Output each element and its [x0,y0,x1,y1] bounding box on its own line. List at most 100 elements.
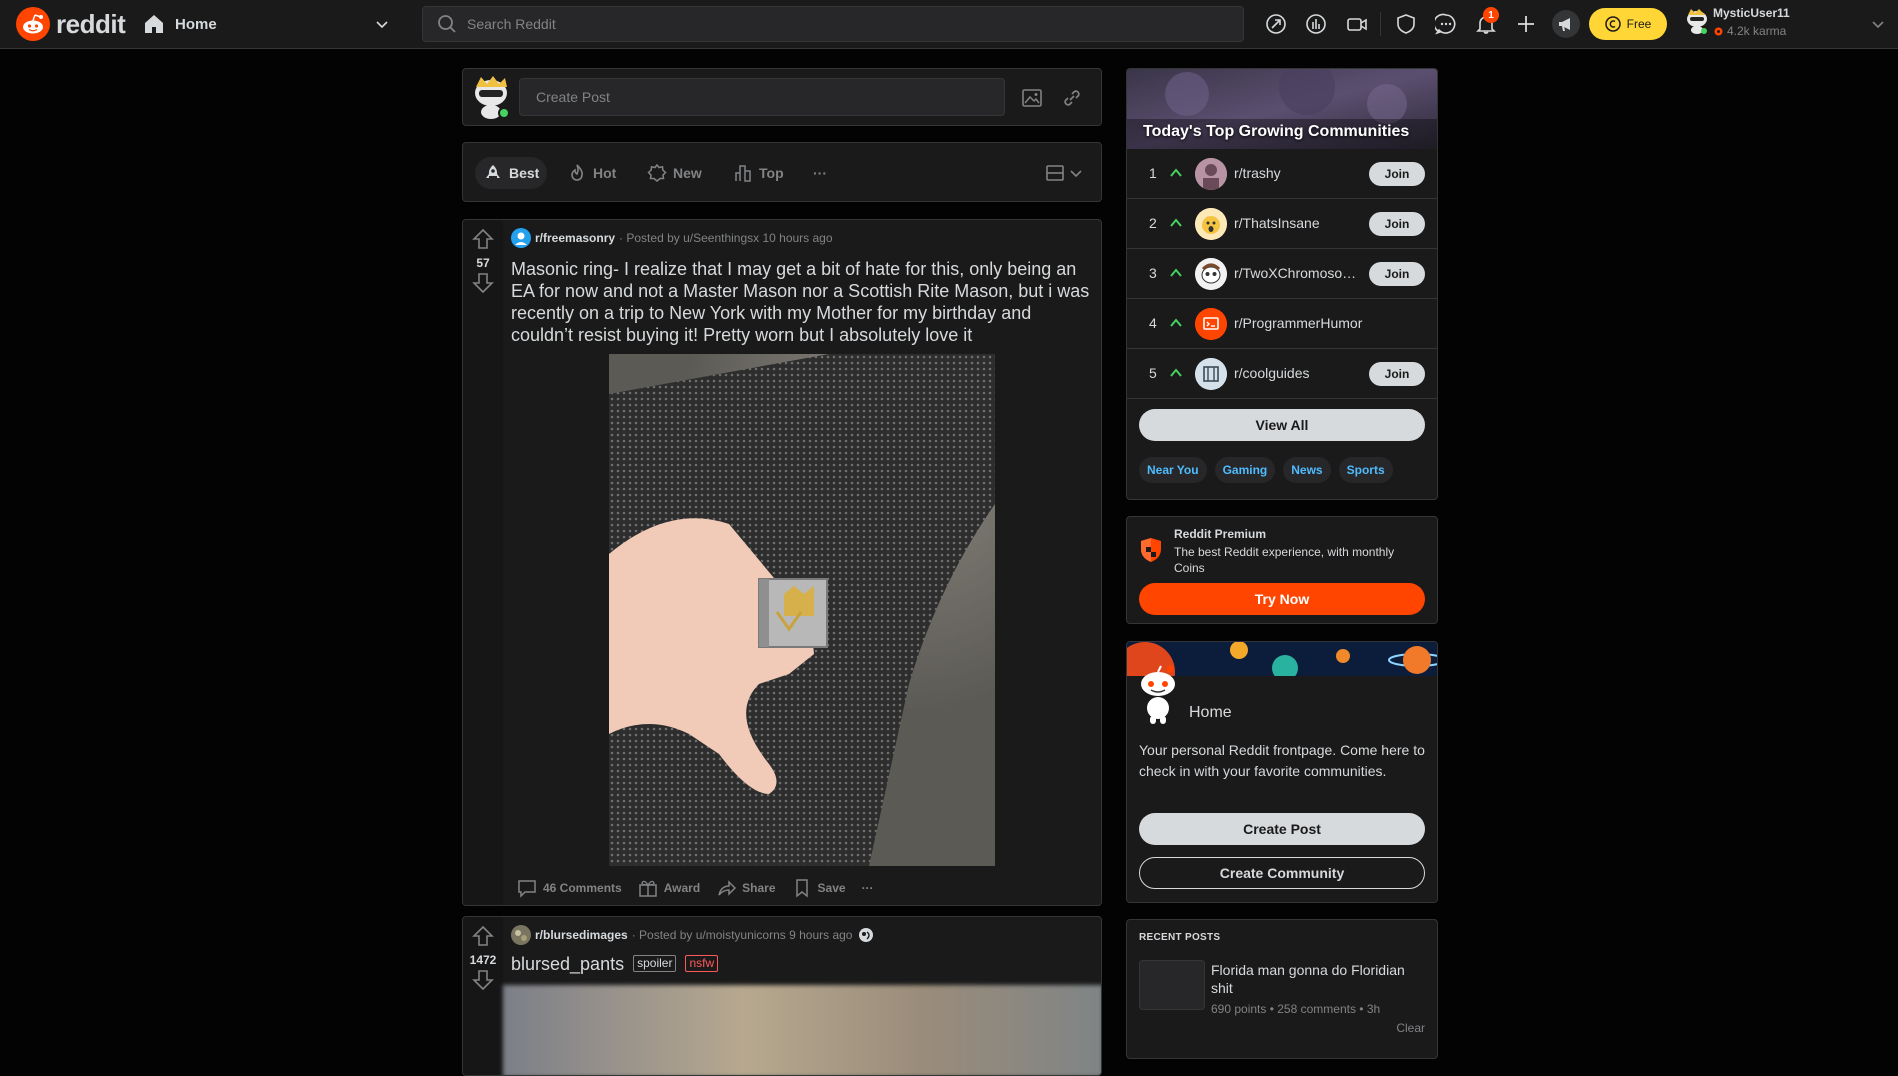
chip-news[interactable]: News [1283,457,1331,483]
award-button[interactable]: Award [632,874,706,902]
join-button[interactable]: Join [1369,362,1425,386]
advertise-megaphone-icon[interactable] [1552,10,1580,38]
join-button[interactable]: Join [1369,212,1425,236]
free-label: Free [1626,17,1652,31]
posted-by: · Posted by u/Seenthingsx 10 hours ago [619,231,833,245]
user-menu[interactable]: MysticUser11 4.2k karma [1685,5,1885,43]
sort-new[interactable]: New [639,157,710,189]
snoo-logo-icon [16,7,50,41]
video-icon[interactable] [1343,10,1371,38]
clear-recent-button[interactable]: Clear [1396,1021,1425,1035]
trending-up-icon [1169,267,1183,279]
search-input[interactable] [467,16,1167,32]
home-feed-dropdown[interactable]: Home [143,8,397,40]
community-row[interactable]: 3 r/TwoXChromosomes Join [1127,249,1437,299]
search-bar[interactable] [422,6,1244,42]
create-community-button[interactable]: Create Community [1139,857,1425,889]
community-avatar [1195,158,1227,190]
downvote-arrow-icon[interactable] [472,969,494,991]
post-title[interactable]: Masonic ring- I realize that I may get a… [511,258,1095,346]
join-button[interactable]: Join [1369,262,1425,286]
sort-top[interactable]: Top [725,157,792,189]
gift-icon [638,878,658,898]
community-row[interactable]: 5 r/coolguides Join [1127,349,1437,399]
post-image-ring[interactable] [609,354,995,866]
blurred-post-image[interactable] [503,985,1101,1075]
create-plus-icon[interactable] [1512,10,1540,38]
top-chart-icon [733,163,753,183]
upvote-arrow-icon[interactable] [472,228,494,250]
join-button[interactable]: Join [1369,162,1425,186]
community-row[interactable]: 1 r/trashy Join [1127,149,1437,199]
reddit-logo[interactable]: reddit [16,7,126,41]
post-card[interactable]: 1472 r/blursedimages · Posted by u/moist… [462,916,1102,1076]
create-post-card [462,68,1102,126]
recent-post-thumbnail[interactable] [1139,960,1205,1010]
share-button[interactable]: Share [710,874,781,902]
share-label: Share [742,881,776,895]
view-all-button[interactable]: View All [1139,409,1425,441]
subreddit-link[interactable]: r/blursedimages [535,928,628,942]
community-name: r/ThatsInsane [1234,215,1320,231]
comments-button[interactable]: 46 Comments [511,874,628,902]
user-avatar[interactable] [471,73,511,121]
recent-post-title[interactable]: Florida man gonna do Floridian shit [1211,961,1421,997]
sort-bar: Best Hot New Top ··· [462,142,1102,202]
create-post-button[interactable]: Create Post [1139,813,1425,845]
search-icon [437,14,457,34]
subreddit-link[interactable]: r/freemasonry [535,231,615,245]
sort-best[interactable]: Best [475,157,548,189]
downvote-arrow-icon[interactable] [472,272,494,294]
home-card-description: Your personal Reddit frontpage. Come her… [1139,742,1425,779]
community-avatar [1195,208,1227,240]
chevron-down-icon [1069,166,1083,180]
sort-hot-label: Hot [593,165,617,181]
user-avatar [1685,7,1709,35]
chevron-down-icon [375,17,389,31]
post-title[interactable]: blursed_pants spoiler nsfw [511,953,1095,975]
upvote-arrow-icon[interactable] [472,925,494,947]
sort-more-options[interactable]: ··· [805,157,835,189]
sort-top-label: Top [759,165,784,181]
community-row[interactable]: 4 r/ProgrammerHumor [1127,299,1437,349]
header-divider [1380,12,1381,36]
all-stats-icon[interactable] [1302,10,1330,38]
free-coins-button[interactable]: Free [1589,8,1667,40]
post-title-text: blursed_pants [511,954,625,974]
sort-best-label: Best [509,165,540,181]
posted-by: · Posted by u/moistyunicorns 9 hours ago [631,928,853,942]
post-more-options[interactable]: ··· [856,877,880,899]
moderation-shield-icon[interactable] [1392,10,1420,38]
community-rank: 4 [1149,315,1157,331]
trending-up-icon [1169,167,1183,179]
chat-icon[interactable] [1432,10,1460,38]
recent-post-meta: 690 points • 258 comments • 3h [1211,1002,1381,1016]
chip-near-you[interactable]: Near You [1139,457,1207,483]
community-row[interactable]: 2 r/ThatsInsane Join [1127,199,1437,249]
coin-icon [1604,16,1621,32]
recent-posts-card: RECENT POSTS Florida man gonna do Florid… [1126,919,1438,1059]
chip-sports[interactable]: Sports [1338,457,1393,483]
flame-icon [567,163,587,183]
rocket-icon [483,163,503,183]
notification-badge: 1 [1483,7,1499,23]
chevron-down-icon [1871,17,1885,31]
trending-up-icon [1169,217,1183,229]
post-actions: 46 Comments Award Share Save ··· [511,873,880,903]
create-post-input[interactable] [519,78,1005,116]
community-name: r/TwoXChromosomes [1234,265,1364,281]
popular-icon[interactable] [1262,10,1290,38]
chip-gaming[interactable]: Gaming [1214,457,1276,483]
sort-hot[interactable]: Hot [559,157,624,189]
post-card[interactable]: 57 r/freemasonry · Posted by u/Seenthing… [462,219,1102,906]
post-meta: r/freemasonry · Posted by u/Seenthingsx … [511,228,833,248]
link-icon[interactable] [1059,85,1085,111]
save-button[interactable]: Save [786,874,852,902]
image-upload-icon[interactable] [1019,85,1045,111]
home-icon [143,13,165,35]
try-now-button[interactable]: Try Now [1139,583,1425,615]
subreddit-freemasonry-icon [511,228,531,248]
premium-description: The best Reddit experience, with monthly… [1174,545,1395,575]
view-layout-toggle[interactable] [1045,163,1083,183]
save-label: Save [817,881,846,895]
